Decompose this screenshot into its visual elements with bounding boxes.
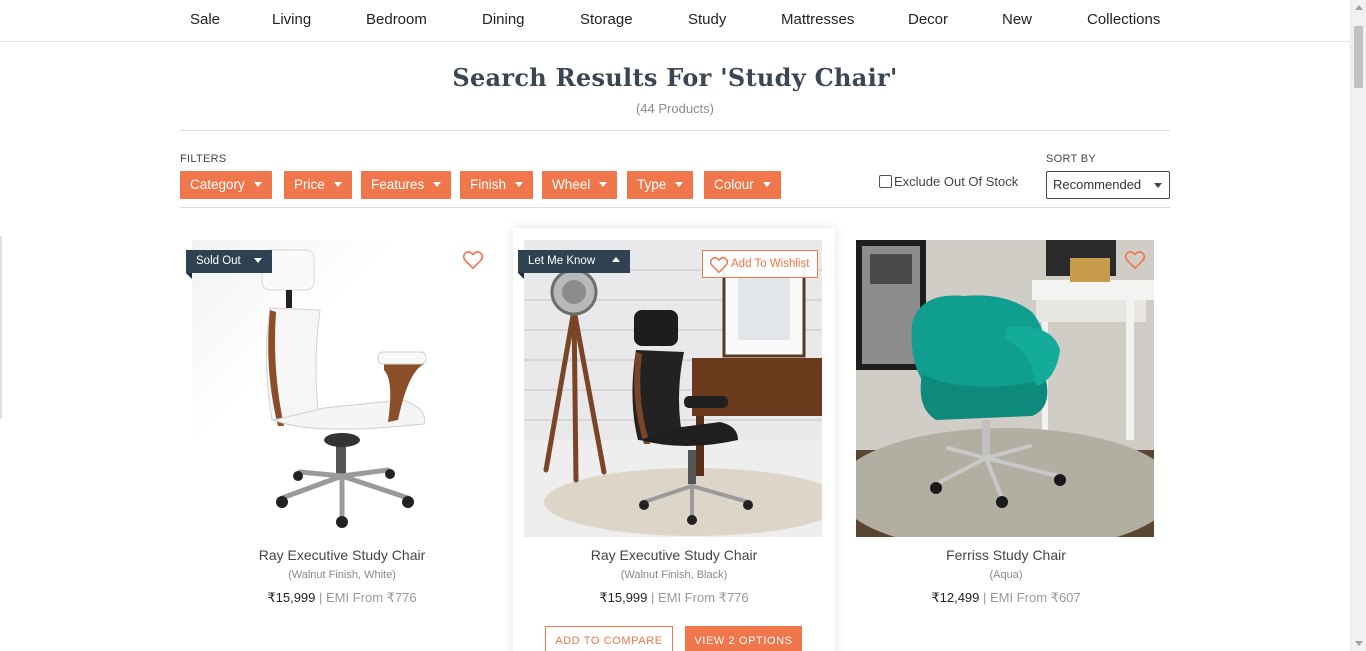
product-image[interactable] bbox=[524, 240, 822, 537]
product-emi: | EMI From ₹776 bbox=[647, 590, 749, 605]
status-badge[interactable]: Let Me Know bbox=[518, 250, 631, 279]
sort-label: SORT BY bbox=[1046, 153, 1096, 165]
product-price: ₹15,999 bbox=[599, 590, 648, 605]
filter-colour-label: Colour bbox=[714, 177, 754, 192]
exclude-out-of-stock[interactable]: Exclude Out Of Stock bbox=[879, 174, 1018, 189]
scroll-up-arrow-icon[interactable] bbox=[1355, 5, 1363, 10]
page-title: Search Results For 'Study Chair' bbox=[452, 63, 898, 92]
nav-item-dining[interactable]: Dining bbox=[482, 11, 525, 28]
product-variant: (Walnut Finish, White) bbox=[288, 569, 396, 581]
nav-item-storage[interactable]: Storage bbox=[580, 11, 633, 28]
nav-item-bedroom[interactable]: Bedroom bbox=[366, 11, 427, 28]
filters-label: FILTERS bbox=[180, 153, 227, 165]
chevron-down-icon bbox=[253, 182, 262, 187]
product-image[interactable] bbox=[856, 240, 1154, 537]
filter-wheel-label: Wheel bbox=[552, 177, 591, 192]
product-name[interactable]: Ray Executive Study Chair bbox=[181, 547, 503, 563]
product-price-line: ₹15,999 | EMI From ₹776 bbox=[513, 590, 835, 606]
vertical-scrollbar[interactable] bbox=[1350, 0, 1366, 651]
sort-selected-value: Recommended bbox=[1053, 177, 1142, 192]
filter-category-button[interactable]: Category bbox=[180, 171, 272, 199]
side-panel-edge bbox=[0, 236, 2, 419]
product-emi: | EMI From ₹776 bbox=[315, 590, 417, 605]
scroll-down-arrow-icon[interactable] bbox=[1355, 641, 1363, 646]
filter-finish-label: Finish bbox=[470, 177, 507, 192]
chevron-down-icon bbox=[1154, 183, 1162, 188]
filter-finish-button[interactable]: Finish bbox=[460, 171, 534, 199]
product-image[interactable] bbox=[192, 240, 490, 537]
filter-features-label: Features bbox=[371, 177, 425, 192]
filter-category-label: Category bbox=[190, 177, 245, 192]
filter-colour-button[interactable]: Colour bbox=[704, 171, 781, 199]
status-badge[interactable]: Sold Out bbox=[186, 250, 272, 279]
badge-fold-decoration bbox=[186, 273, 192, 279]
product-price-line: ₹15,999 | EMI From ₹776 bbox=[181, 590, 503, 606]
chevron-down-icon bbox=[515, 182, 524, 187]
filter-type-button[interactable]: Type bbox=[627, 171, 694, 199]
product-variant: (Aqua) bbox=[989, 569, 1023, 581]
header-divider bbox=[180, 130, 1170, 131]
add-to-wishlist-button[interactable]: Add To Wishlist bbox=[702, 250, 818, 278]
filters-divider bbox=[180, 207, 1170, 208]
filter-wheel-button[interactable]: Wheel bbox=[542, 171, 618, 199]
sort-select[interactable]: Recommended bbox=[1046, 171, 1170, 199]
heart-icon[interactable] bbox=[1124, 250, 1146, 270]
product-emi: | EMI From ₹607 bbox=[979, 590, 1081, 605]
product-variant: (Walnut Finish, Black) bbox=[620, 569, 728, 581]
filter-features-button[interactable]: Features bbox=[361, 171, 452, 199]
product-name[interactable]: Ray Executive Study Chair bbox=[513, 547, 835, 563]
exclude-out-of-stock-label: Exclude Out Of Stock bbox=[894, 174, 1019, 189]
filter-price-label: Price bbox=[294, 177, 325, 192]
nav-item-mattresses[interactable]: Mattresses bbox=[781, 11, 854, 28]
filter-price-button[interactable]: Price bbox=[284, 171, 352, 199]
chevron-down-icon bbox=[599, 182, 608, 187]
nav-item-living[interactable]: Living bbox=[272, 11, 311, 28]
top-nav: Sale Living Bedroom Dining Storage Study… bbox=[0, 0, 1350, 42]
heart-icon[interactable] bbox=[462, 250, 484, 270]
product-price: ₹12,499 bbox=[931, 590, 980, 605]
nav-item-collections[interactable]: Collections bbox=[1087, 11, 1160, 28]
nav-item-sale[interactable]: Sale bbox=[190, 11, 220, 28]
chevron-down-icon bbox=[675, 182, 684, 187]
chevron-down-icon bbox=[762, 182, 771, 187]
exclude-out-of-stock-checkbox[interactable] bbox=[879, 175, 892, 188]
view-options-button[interactable]: VIEW 2 OPTIONS bbox=[685, 626, 802, 651]
product-price-line: ₹12,499 | EMI From ₹607 bbox=[845, 590, 1167, 606]
chevron-up-icon bbox=[612, 257, 621, 262]
nav-item-study[interactable]: Study bbox=[688, 11, 726, 28]
product-card[interactable]: Let Me Know Add To Wishlist Ray Executiv… bbox=[513, 228, 835, 651]
add-to-wishlist-label: Add To Wishlist bbox=[731, 258, 810, 270]
scrollbar-thumb[interactable] bbox=[1354, 26, 1363, 88]
chevron-down-icon bbox=[433, 182, 442, 187]
product-price: ₹15,999 bbox=[267, 590, 316, 605]
product-count: (44 Products) bbox=[635, 101, 715, 116]
status-badge-label: Let Me Know bbox=[528, 255, 596, 267]
product-name[interactable]: Ferriss Study Chair bbox=[845, 547, 1167, 563]
chevron-down-icon bbox=[253, 258, 262, 263]
badge-fold-decoration bbox=[518, 273, 524, 279]
add-to-compare-button[interactable]: ADD TO COMPARE bbox=[545, 626, 673, 651]
chevron-down-icon bbox=[333, 182, 342, 187]
status-badge-label: Sold Out bbox=[196, 255, 241, 267]
heart-icon bbox=[709, 256, 729, 274]
filter-type-label: Type bbox=[637, 177, 667, 192]
nav-item-decor[interactable]: Decor bbox=[908, 11, 948, 28]
nav-item-new[interactable]: New bbox=[1002, 11, 1032, 28]
